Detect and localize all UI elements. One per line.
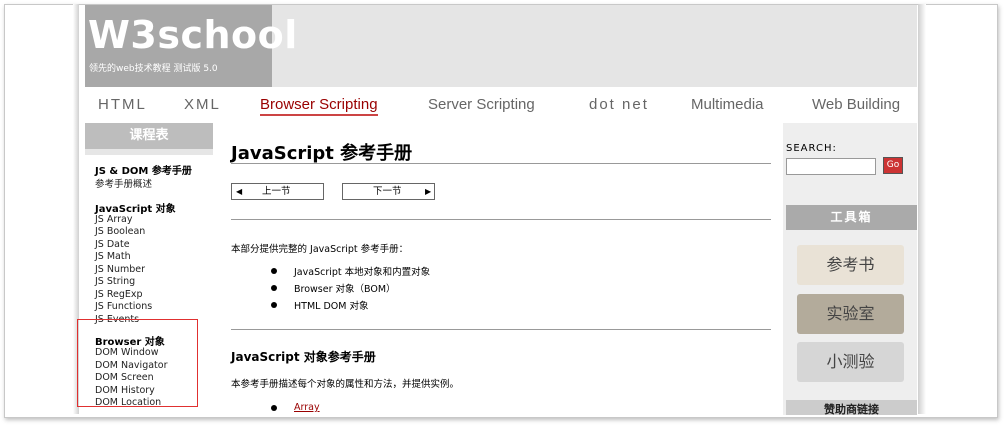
search-go-button[interactable]: Go: [883, 157, 903, 174]
sidebar-link[interactable]: 参考手册概述: [95, 176, 152, 190]
sidebar-link[interactable]: JS Math: [95, 251, 131, 262]
bullet-icon: [271, 405, 277, 411]
array-link[interactable]: Array: [294, 402, 320, 413]
search-input[interactable]: [786, 158, 876, 175]
bullet-icon: [271, 302, 277, 308]
list-item: HTML DOM 对象: [294, 301, 369, 312]
nav-multimedia[interactable]: Multimedia: [691, 96, 764, 113]
prev-label: 上一节: [262, 186, 291, 197]
list-item: Browser 对象（BOM）: [294, 284, 396, 295]
divider: [231, 219, 771, 220]
section-description: 本参考手册描述每个对象的属性和方法，并提供实例。: [231, 379, 460, 390]
sidebar-group-title[interactable]: JavaScript 对象: [95, 200, 176, 215]
logo[interactable]: W3school 领先的web技术教程 测试版 5.0: [85, 5, 297, 87]
site-header: W3school 领先的web技术教程 测试版 5.0: [85, 5, 917, 87]
list-item: JavaScript 本地对象和内置对象: [294, 267, 431, 278]
right-sidebar: SEARCH: Go 工具箱 参考书 实验室 小测验 赞助商链接: [783, 123, 917, 415]
sponsor-links-header: 赞助商链接: [786, 400, 917, 415]
divider: [231, 329, 771, 330]
sidebar-link[interactable]: JS RegExp: [95, 289, 143, 300]
nav-html[interactable]: HTML: [98, 96, 147, 113]
page-shadow-right: [918, 4, 926, 414]
top-navigation: HTML XML Browser Scripting Server Script…: [85, 93, 917, 121]
next-label: 下一节: [373, 186, 402, 197]
intro-text: 本部分提供完整的 JavaScript 参考手册：: [231, 244, 409, 255]
bullet-icon: [271, 285, 277, 291]
sidebar-link[interactable]: JS Number: [95, 264, 145, 275]
reference-book-button[interactable]: 参考书: [797, 245, 904, 285]
logo-subtitle: 领先的web技术教程 测试版 5.0: [89, 64, 218, 74]
next-section-button[interactable]: 下一节 ▶: [342, 183, 435, 200]
toolbox-header: 工具箱: [786, 205, 917, 230]
sidebar-link[interactable]: JS Array: [95, 214, 132, 225]
nav-dot-net[interactable]: dot net: [589, 96, 649, 113]
logo-title: W3school: [88, 13, 298, 57]
nav-web-building[interactable]: Web Building: [812, 96, 900, 113]
sidebar-link[interactable]: JS Boolean: [95, 226, 145, 237]
nav-server-scripting[interactable]: Server Scripting: [428, 96, 535, 113]
search-label: SEARCH:: [786, 143, 837, 154]
sidebar-header-band: [85, 149, 213, 155]
highlight-annotation-box: [77, 319, 198, 407]
nav-browser-scripting[interactable]: Browser Scripting: [260, 96, 378, 116]
site-page: W3school 领先的web技术教程 测试版 5.0 HTML XML Bro…: [80, 5, 918, 415]
sidebar-link[interactable]: JS Functions: [95, 301, 152, 312]
divider: [231, 163, 771, 164]
sidebar-link[interactable]: JS String: [95, 276, 135, 287]
nav-xml[interactable]: XML: [184, 96, 221, 113]
bullet-icon: [271, 268, 277, 274]
prev-section-button[interactable]: ◀ 上一节: [231, 183, 324, 200]
lab-button[interactable]: 实验室: [797, 294, 904, 334]
quiz-button[interactable]: 小测验: [797, 342, 904, 382]
section-title: JavaScript 对象参考手册: [231, 350, 376, 364]
page-title: JavaScript 参考手册: [231, 143, 413, 164]
triangle-right-icon: ▶: [425, 187, 432, 196]
main-content: JavaScript 参考手册 ◀ 上一节 下一节 ▶ 本部分提供完整的 Jav…: [231, 123, 771, 415]
sidebar-header: 课程表: [85, 123, 213, 149]
sidebar-link[interactable]: JS Date: [95, 239, 130, 250]
sidebar-group-title[interactable]: JS & DOM 参考手册: [95, 162, 192, 177]
triangle-left-icon: ◀: [236, 187, 243, 196]
